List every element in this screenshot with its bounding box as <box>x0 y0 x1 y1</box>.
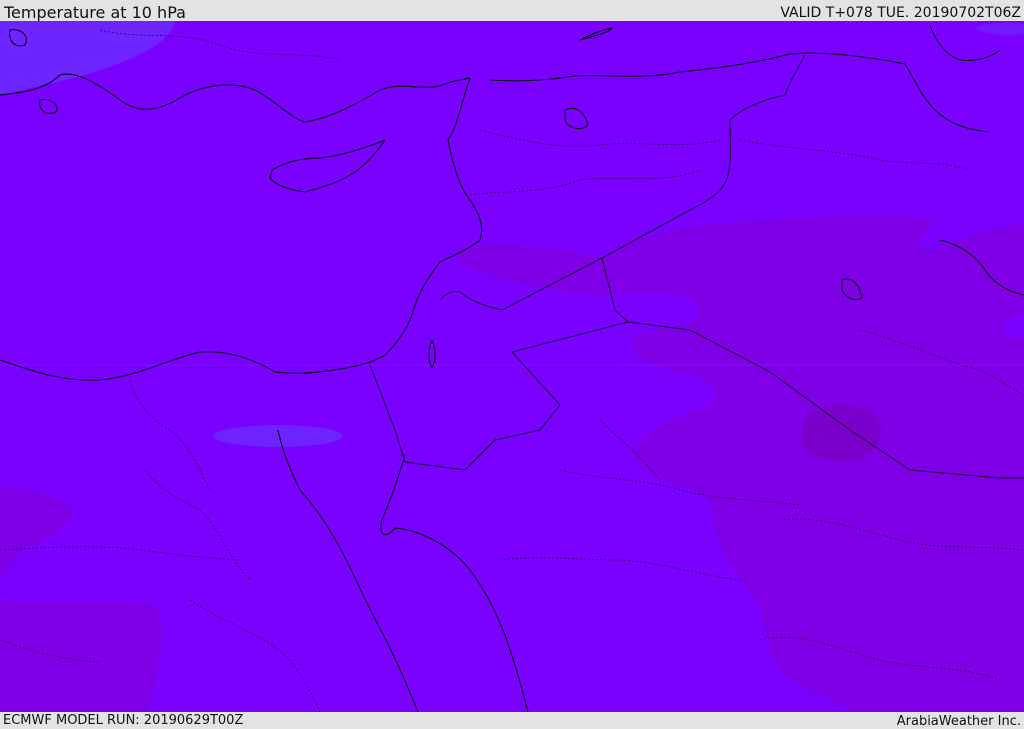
cool-region-sinai <box>213 425 343 447</box>
map-title: Temperature at 10 hPa <box>4 3 186 22</box>
valid-time-label: VALID T+078 TUE. 20190702T06Z <box>780 5 1021 21</box>
footer-bar: ECMWF MODEL RUN: 20190629T00Z ArabiaWeat… <box>0 712 1024 729</box>
map-svg <box>0 21 1024 712</box>
model-run-label: ECMWF MODEL RUN: 20190629T00Z <box>3 713 244 728</box>
header-bar: Temperature at 10 hPa VALID T+078 TUE. 2… <box>0 0 1024 22</box>
warm-region-southwest <box>0 600 163 712</box>
weather-map-frame: Temperature at 10 hPa VALID T+078 TUE. 2… <box>0 0 1024 729</box>
credit-label: ArabiaWeather Inc. <box>896 714 1021 729</box>
warm-region-core <box>801 404 882 462</box>
map-canvas <box>0 21 1024 712</box>
